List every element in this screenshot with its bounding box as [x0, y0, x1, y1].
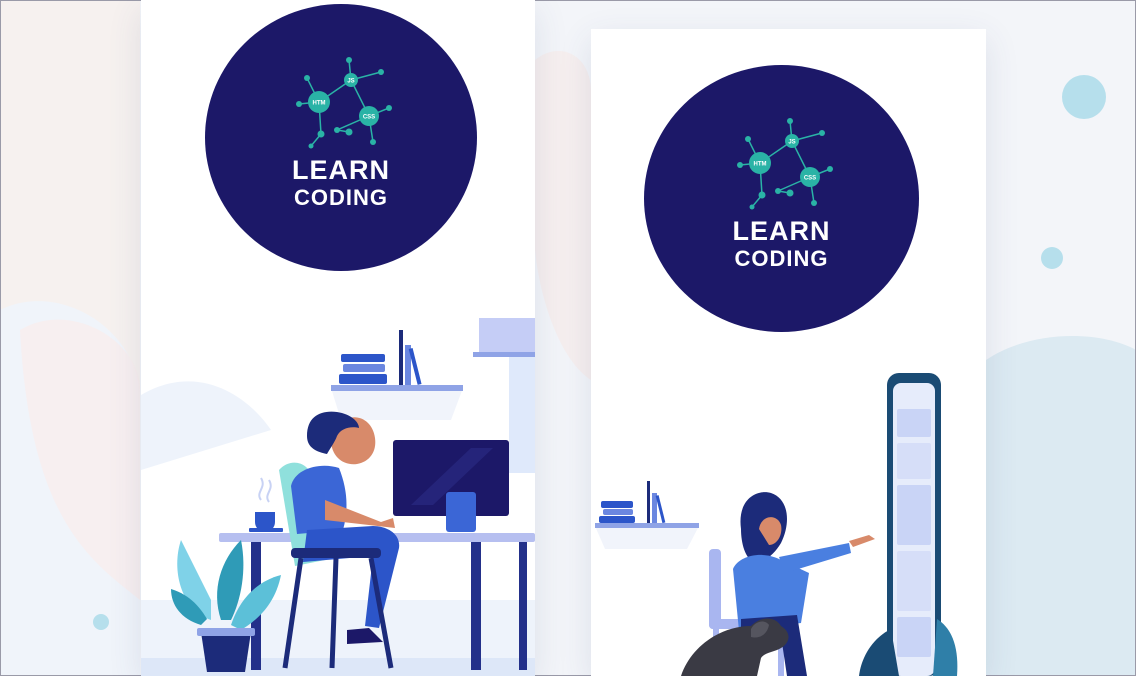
- woman-with-giant-phone-illustration: [595, 373, 958, 676]
- decor-bubble: [1041, 247, 1063, 269]
- decor-bubble: [93, 614, 109, 630]
- app-screen-right: HTM JS CSS LEARN CODING: [591, 29, 986, 676]
- decor-bubble: [1062, 75, 1106, 119]
- app-screen-left: HTM JS CSS LEARN CODING: [141, 0, 535, 676]
- developer-at-desk-illustration: [141, 318, 535, 676]
